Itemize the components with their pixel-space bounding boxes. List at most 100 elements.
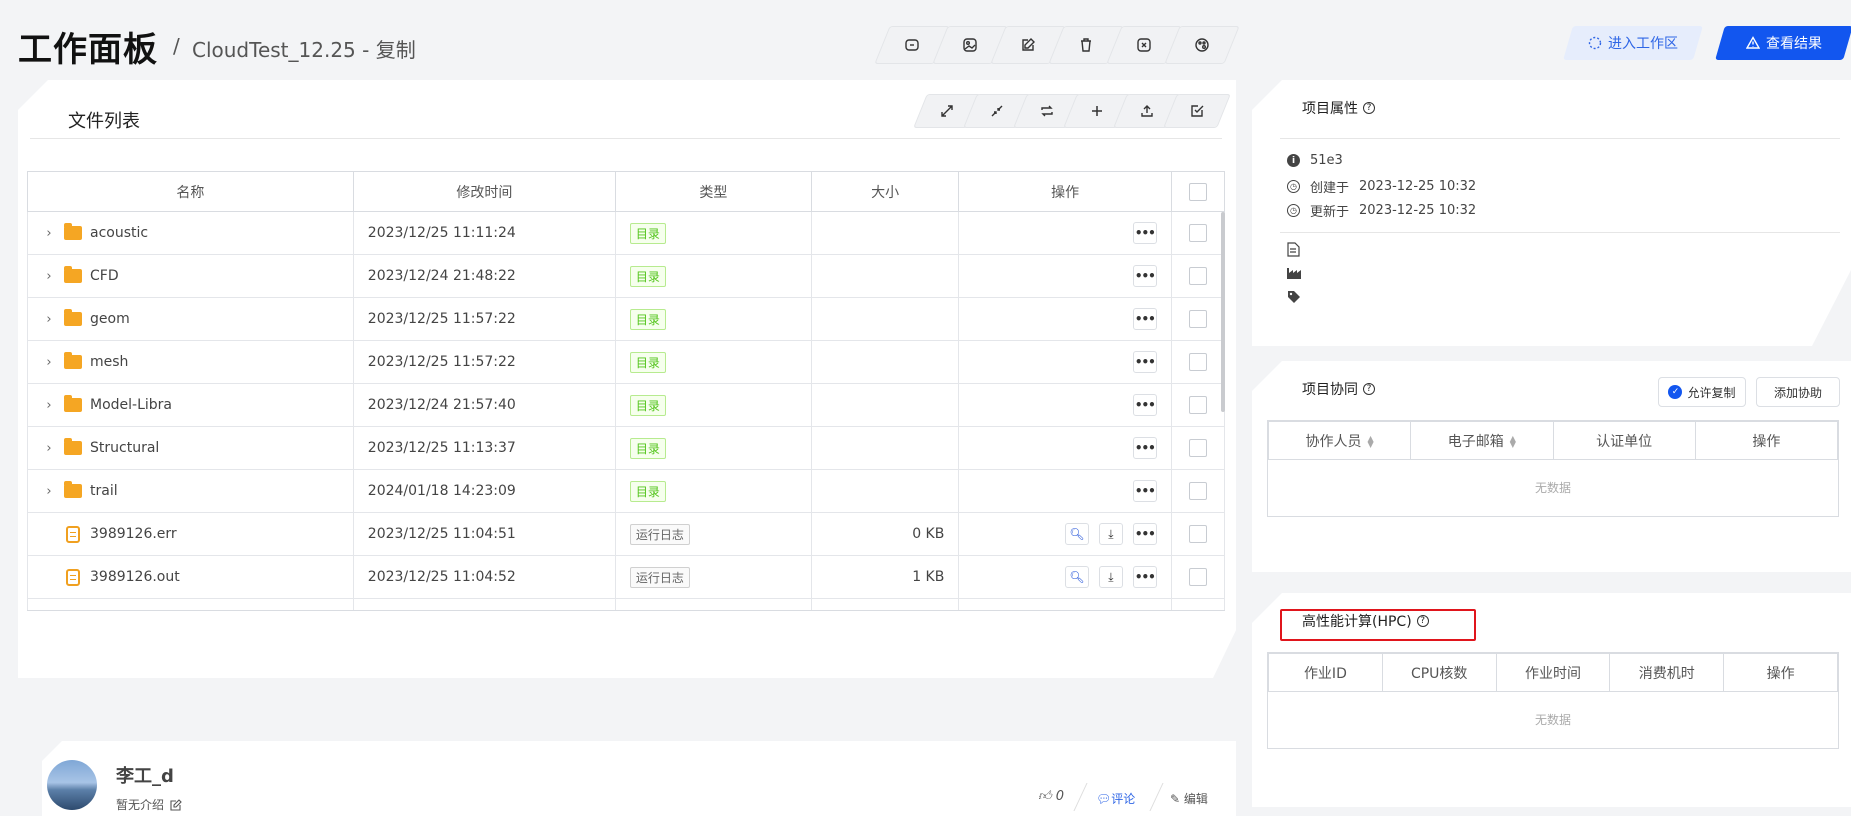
more-icon[interactable]: ••• (1132, 523, 1157, 545)
updated-date: 2023-12-25 10:32 (1359, 203, 1477, 218)
table-row[interactable]: 3989126.out 2023/12/25 11:04:52 运行日志 1 K… (27, 555, 1225, 599)
folder-icon (64, 223, 82, 240)
file-name[interactable]: 3989126.err (90, 526, 177, 542)
palette-button[interactable] (1172, 26, 1232, 64)
table-row[interactable]: › geom 2023/12/25 11:57:22 目录 ••• (27, 297, 1225, 341)
comment-icon: 💬︎ (1096, 792, 1112, 806)
copy-icon (905, 39, 919, 51)
column-header-name[interactable]: 名称 (27, 171, 354, 212)
table-row[interactable]: › mesh 2023/12/25 11:57:22 目录 ••• (27, 340, 1225, 384)
document-icon (1287, 242, 1300, 257)
tags-row (1287, 290, 1301, 304)
file-name[interactable]: geom (90, 311, 130, 327)
more-icon[interactable]: ••• (1132, 480, 1157, 502)
row-checkbox[interactable] (1188, 353, 1207, 371)
row-checkbox[interactable] (1188, 482, 1207, 500)
row-checkbox[interactable] (1188, 224, 1207, 242)
column-header-size[interactable]: 大小 (810, 171, 960, 212)
type-badge: 目录 (629, 265, 666, 287)
more-icon[interactable]: ••• (1132, 265, 1157, 287)
file-name[interactable]: Structural (90, 440, 159, 456)
type-badge: 目录 (629, 437, 666, 459)
copy-button[interactable] (882, 26, 942, 64)
column-header-email[interactable]: 电子邮箱 ▲ ▼ (1410, 421, 1554, 460)
more-icon[interactable]: ••• (1132, 394, 1157, 416)
sort-icon[interactable]: ▲ ▼ (1510, 434, 1516, 448)
image-button[interactable] (940, 26, 1000, 64)
chevron-right-icon[interactable]: › (42, 226, 56, 241)
enter-workspace-label: 进入工作区 (1608, 36, 1678, 52)
more-icon[interactable]: ••• (1132, 566, 1157, 588)
column-header-actions: 操作 (958, 171, 1172, 212)
clock-icon: ◷ (1287, 180, 1300, 193)
table-row[interactable]: › Model-Libra 2023/12/24 21:57:40 目录 ••• (27, 383, 1225, 427)
table-row[interactable]: 3989126.err 2023/12/25 11:04:51 运行日志 0 K… (27, 512, 1225, 556)
help-icon[interactable]: ? (1363, 383, 1375, 395)
table-row[interactable]: › acoustic 2023/12/25 11:11:24 目录 ••• (27, 211, 1225, 255)
like-button[interactable]: 👍︎ 0 (1038, 789, 1064, 804)
column-header-cpu: CPU核数 (1381, 653, 1497, 692)
delete-button[interactable] (1056, 26, 1116, 64)
file-name[interactable]: trail (90, 483, 118, 499)
file-name[interactable]: Model-Libra (90, 397, 172, 413)
chevron-right-icon[interactable]: › (42, 312, 56, 327)
add-collab-button[interactable]: 添加协助 (1756, 377, 1840, 407)
table-row[interactable]: › CFD 2023/12/24 21:48:22 目录 ••• (27, 254, 1225, 298)
download-icon[interactable]: ⤓ (1098, 523, 1123, 545)
allow-copy-toggle[interactable]: ✓ 允许复制 (1658, 377, 1746, 407)
file-size (810, 211, 960, 255)
add-icon (1092, 106, 1102, 116)
table-row[interactable] (27, 598, 1225, 610)
modified-time: 2023/12/25 11:57:22 (352, 297, 616, 341)
file-name[interactable]: 3989126.out (90, 569, 180, 585)
search-icon[interactable]: 🔍︎ (1064, 566, 1089, 588)
row-checkbox[interactable] (1188, 267, 1207, 285)
edit-button[interactable] (998, 26, 1058, 64)
chevron-right-icon[interactable]: › (42, 441, 56, 456)
row-checkbox[interactable] (1188, 310, 1207, 328)
select-all-checkbox[interactable] (1188, 182, 1207, 201)
file-name[interactable]: acoustic (90, 225, 148, 241)
download-icon[interactable]: ⤓ (1098, 566, 1123, 588)
close-button[interactable] (1114, 26, 1174, 64)
select-button[interactable] (1170, 94, 1224, 128)
column-header-type[interactable]: 类型 (614, 171, 812, 212)
comment-button[interactable]: 💬︎评论 (1096, 790, 1135, 807)
more-icon[interactable]: ••• (1132, 222, 1157, 244)
type-cell: 目录 (614, 211, 812, 255)
select-cell (1170, 469, 1225, 513)
updated-label: 更新于 (1310, 205, 1350, 220)
row-checkbox[interactable] (1188, 568, 1207, 586)
file-name[interactable]: CFD (90, 268, 119, 284)
chevron-right-icon[interactable]: › (42, 269, 56, 284)
more-icon[interactable]: ••• (1132, 351, 1157, 373)
more-icon[interactable]: ••• (1132, 308, 1157, 330)
row-checkbox[interactable] (1188, 439, 1207, 457)
enter-workspace-button[interactable]: 进入工作区 (1568, 26, 1698, 60)
row-checkbox[interactable] (1188, 396, 1207, 414)
close-icon (1137, 38, 1151, 52)
table-row[interactable]: › trail 2024/01/18 14:23:09 目录 ••• (27, 469, 1225, 513)
sort-icon[interactable]: ▲ ▼ (1368, 434, 1374, 448)
chevron-right-icon[interactable]: › (42, 398, 56, 413)
chevron-right-icon[interactable]: › (42, 484, 56, 499)
column-header-time[interactable]: 修改时间 (352, 171, 616, 212)
more-icon[interactable]: ••• (1132, 437, 1157, 459)
folder-icon (64, 309, 82, 326)
search-icon[interactable]: 🔍︎ (1064, 523, 1089, 545)
profile-card (42, 741, 1236, 816)
avatar[interactable] (47, 760, 97, 810)
workspace-icon (1588, 36, 1602, 50)
edit-profile-button[interactable]: ✎ 编辑 (1170, 790, 1208, 807)
table-scrollbar[interactable] (1221, 212, 1225, 412)
view-results-button[interactable]: 查看结果 (1720, 26, 1848, 60)
edit-icon[interactable] (170, 798, 182, 811)
chevron-right-icon[interactable]: › (42, 355, 56, 370)
table-row[interactable]: › Structural 2023/12/25 11:13:37 目录 ••• (27, 426, 1225, 470)
help-icon[interactable]: ? (1363, 102, 1375, 114)
file-name[interactable]: mesh (90, 354, 128, 370)
column-header-collaborator[interactable]: 协作人员 ▲ ▼ (1267, 421, 1412, 460)
row-checkbox[interactable] (1188, 525, 1207, 543)
modified-time: 2024/01/18 14:23:09 (352, 469, 616, 513)
like-count: 0 (1055, 789, 1065, 804)
